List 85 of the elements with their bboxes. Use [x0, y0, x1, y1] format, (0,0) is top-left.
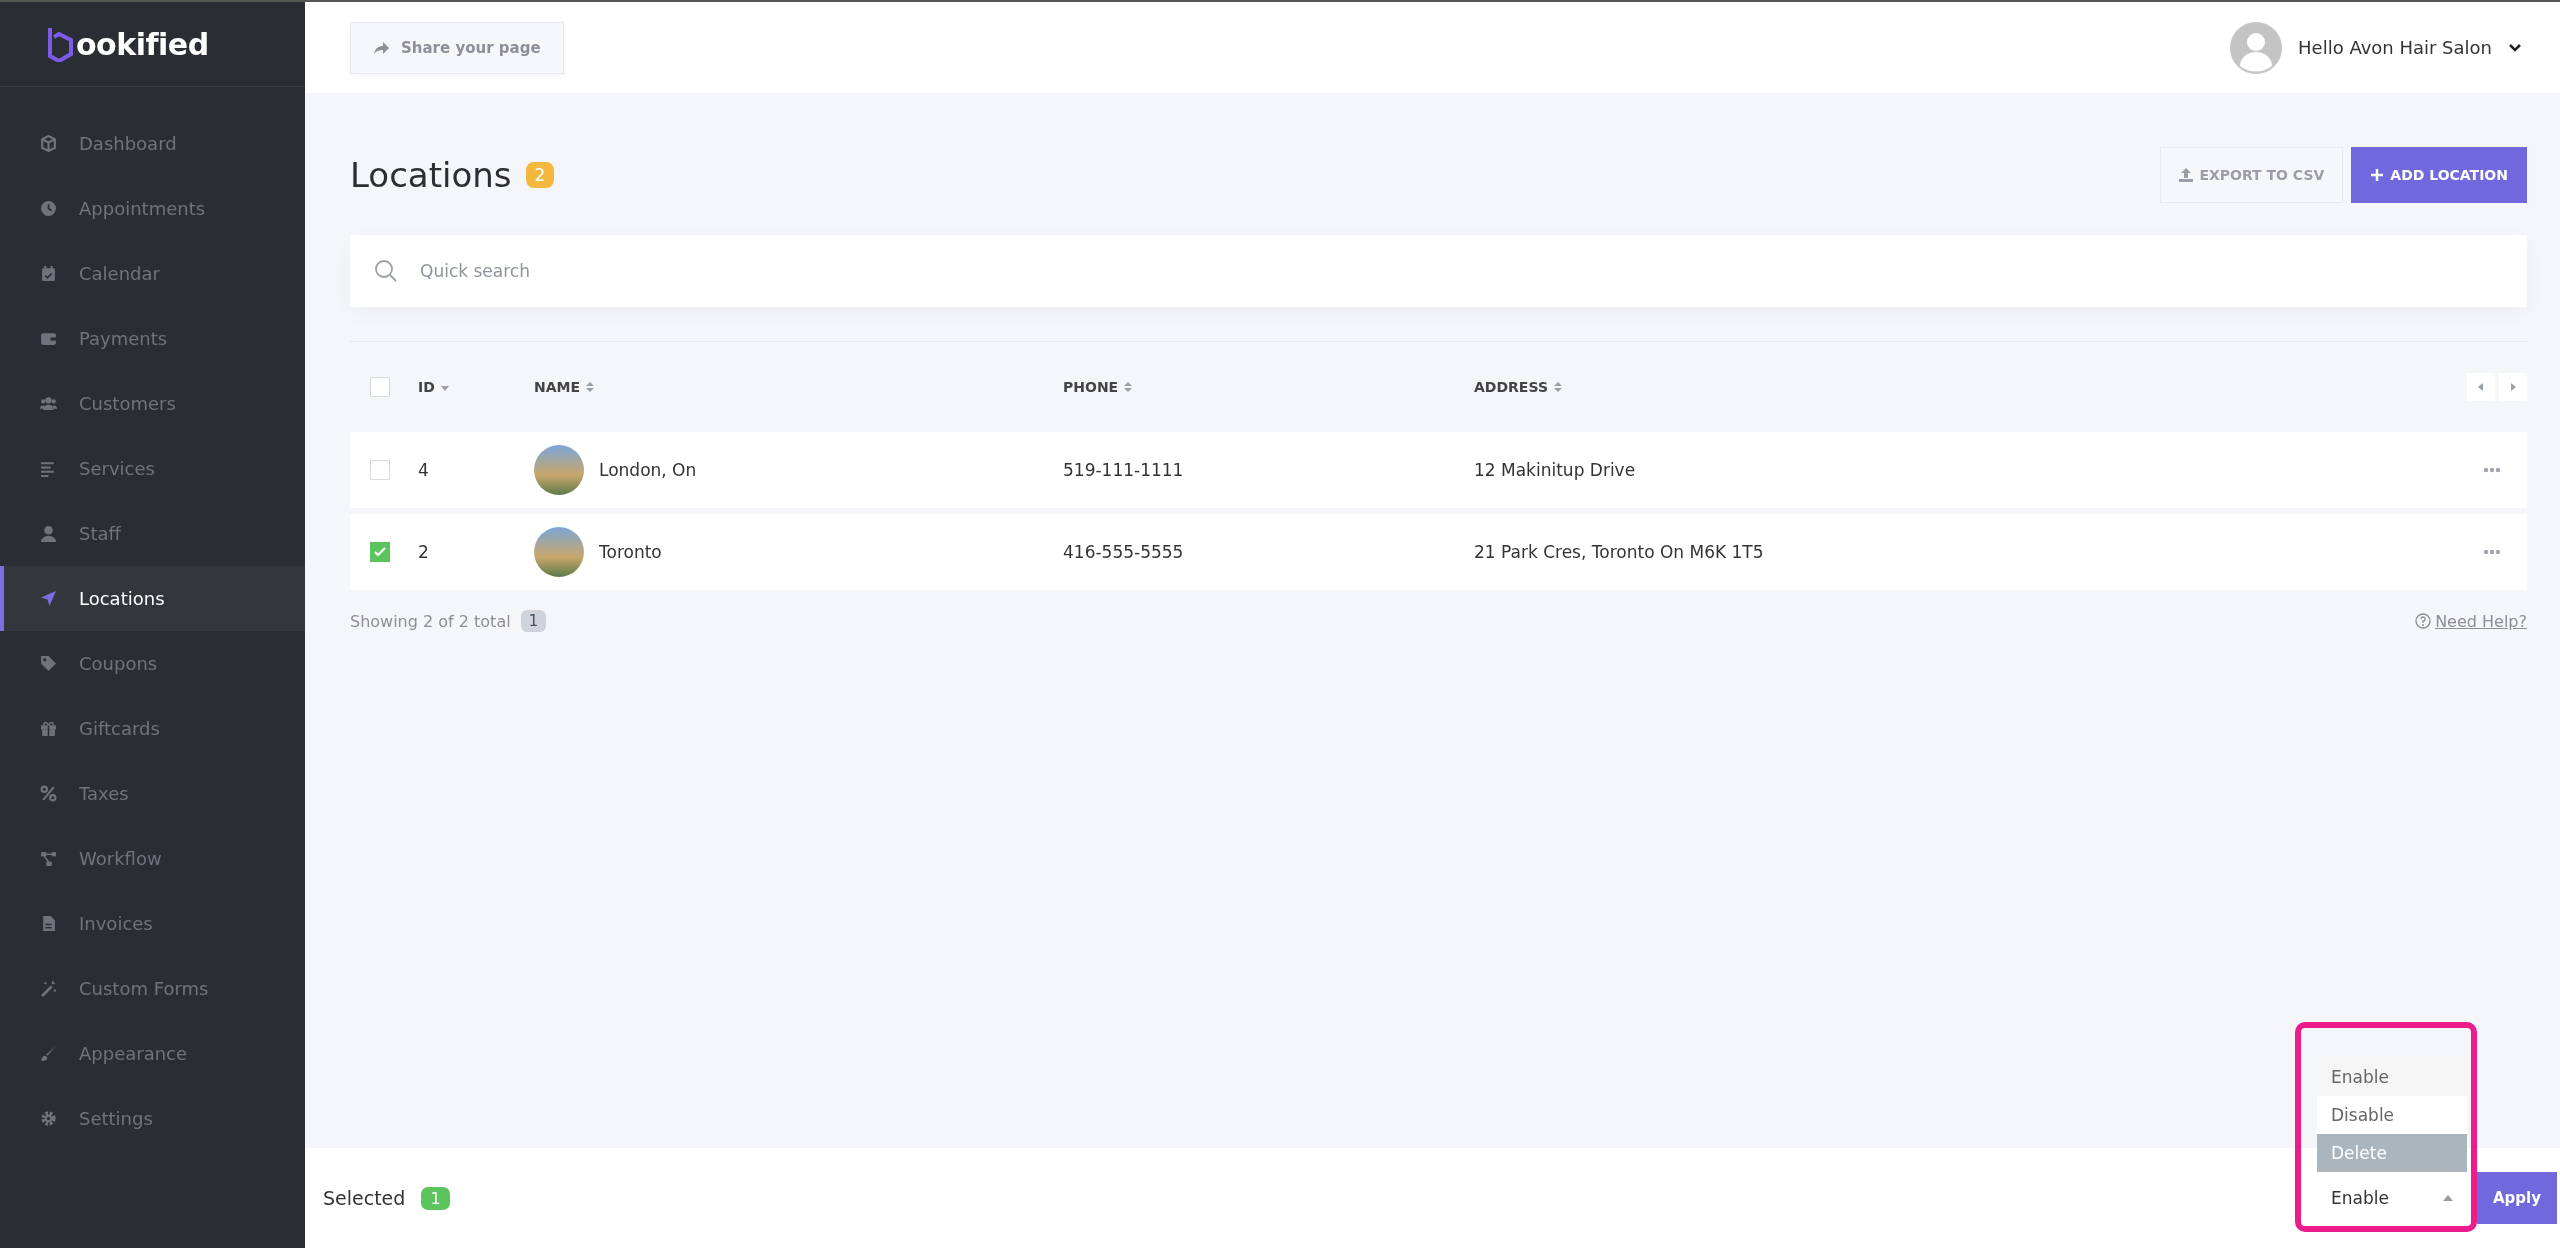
sort-icon[interactable]: [1553, 381, 1562, 393]
navigation-arrow-icon: [40, 590, 57, 607]
gear-icon: [40, 1110, 57, 1127]
upload-icon: [2179, 168, 2194, 182]
nav-item[interactable]: Coupons: [0, 631, 305, 696]
help-icon[interactable]: [2415, 613, 2432, 629]
previous-button[interactable]: [2467, 373, 2495, 401]
table-cell-text: 519-111-1111: [1063, 460, 1185, 480]
wallet-icon: [40, 330, 57, 347]
next-button[interactable]: [2499, 373, 2527, 401]
sort-icon[interactable]: [1124, 381, 1133, 393]
user-greeting[interactable]: Hello Avon Hair Salon: [2298, 37, 2492, 58]
caret-left-icon: [2477, 382, 2485, 392]
magic-wand-icon: [40, 980, 57, 997]
nav-item[interactable]: Appointments: [0, 176, 305, 241]
column-header[interactable]: ADDRESS: [1474, 379, 1548, 395]
selected-count: 1: [421, 1186, 450, 1210]
page-number[interactable]: 1: [520, 610, 547, 632]
list-icon: [40, 460, 57, 477]
table-cell-text: 21 Park Cres, Toronto On M6K 1T5: [1474, 542, 1765, 562]
more-icon[interactable]: [2483, 549, 2501, 555]
avatar-icon[interactable]: [2230, 21, 2283, 74]
clock-icon: [40, 200, 57, 217]
more-icon[interactable]: [2483, 467, 2501, 473]
user-icon: [40, 525, 57, 542]
checkbox[interactable]: [370, 377, 390, 397]
gift-icon: [40, 720, 57, 737]
count-badge: 2: [525, 162, 555, 188]
table-cell-text: 12 Makinitup Drive: [1474, 460, 1637, 480]
nav-item[interactable]: Giftcards: [0, 696, 305, 761]
table-cell-text: 416-555-5555: [1063, 542, 1185, 562]
cube-icon: [40, 135, 57, 152]
logo-text: ookified: [76, 26, 209, 62]
share-button[interactable]: Share your page: [350, 21, 564, 74]
dropdown-option[interactable]: Enable: [2317, 1058, 2467, 1096]
caret-right-icon: [2509, 382, 2517, 392]
nav-item[interactable]: Dashboard: [0, 111, 305, 176]
dropdown-option[interactable]: Disable: [2317, 1096, 2467, 1134]
nav-item[interactable]: Locations: [0, 566, 305, 631]
checkbox[interactable]: [370, 542, 390, 562]
column-header[interactable]: PHONE: [1063, 379, 1119, 395]
search-field[interactable]: Quick search: [350, 235, 2527, 307]
tag-icon: [40, 655, 57, 672]
table-cell-text: 2: [418, 542, 430, 562]
nav-item[interactable]: Appearance: [0, 1021, 305, 1086]
search-icon: [374, 259, 398, 283]
nav-item[interactable]: Taxes: [0, 761, 305, 826]
page-title: Locations: [350, 155, 512, 195]
selected-label: Selected: [323, 1187, 406, 1209]
nav-item[interactable]: Settings: [0, 1086, 305, 1151]
users-icon: [40, 395, 57, 412]
caret-icon: [2443, 1195, 2453, 1201]
share-arrow-icon: [373, 39, 389, 56]
photo-placeholder: [534, 445, 584, 495]
checkbox[interactable]: [370, 460, 390, 480]
brush-icon: [40, 1045, 57, 1062]
table-row[interactable]: 4 London, On 519-111-1111 12 Makinitup Drive: [350, 432, 2527, 508]
plus-icon: [2370, 168, 2385, 182]
export-button[interactable]: EXPORT TO CSV: [2160, 147, 2344, 203]
table-cell: Toronto: [599, 542, 662, 562]
checkmark-icon: [373, 545, 387, 559]
apply-button[interactable]: Apply: [2477, 1172, 2557, 1224]
column-header[interactable]: NAME: [534, 379, 581, 395]
help-link[interactable]: Need Help?: [2435, 611, 2527, 631]
nav-item[interactable]: Invoices: [0, 891, 305, 956]
sort-icon[interactable]: [586, 381, 595, 393]
nav-item[interactable]: Custom Forms: [0, 956, 305, 1021]
nav-item[interactable]: Services: [0, 436, 305, 501]
table-cell: London, On: [599, 460, 697, 480]
table-row[interactable]: 2 Toronto 416-555-5555 21 Park Cres, Toronto On M6K 1T5: [350, 514, 2527, 590]
nav-item[interactable]: Customers: [0, 371, 305, 436]
document-icon: [40, 915, 57, 932]
nav-item[interactable]: Staff: [0, 501, 305, 566]
dropdown-option[interactable]: Delete: [2317, 1134, 2467, 1172]
workflow-icon: [40, 850, 57, 867]
table-cell-text: 4: [418, 460, 430, 480]
showing-text: Showing 2 of 2 total: [350, 611, 511, 631]
nav-item[interactable]: Calendar: [0, 241, 305, 306]
nav-item[interactable]: Workflow: [0, 826, 305, 891]
column-header[interactable]: ID: [418, 379, 435, 395]
percent-icon: [40, 785, 57, 802]
photo-placeholder: [534, 527, 584, 577]
nav-item[interactable]: Payments: [0, 306, 305, 371]
add-location-button[interactable]: ADD LOCATION: [2351, 147, 2527, 203]
calendar-icon: [40, 265, 57, 282]
